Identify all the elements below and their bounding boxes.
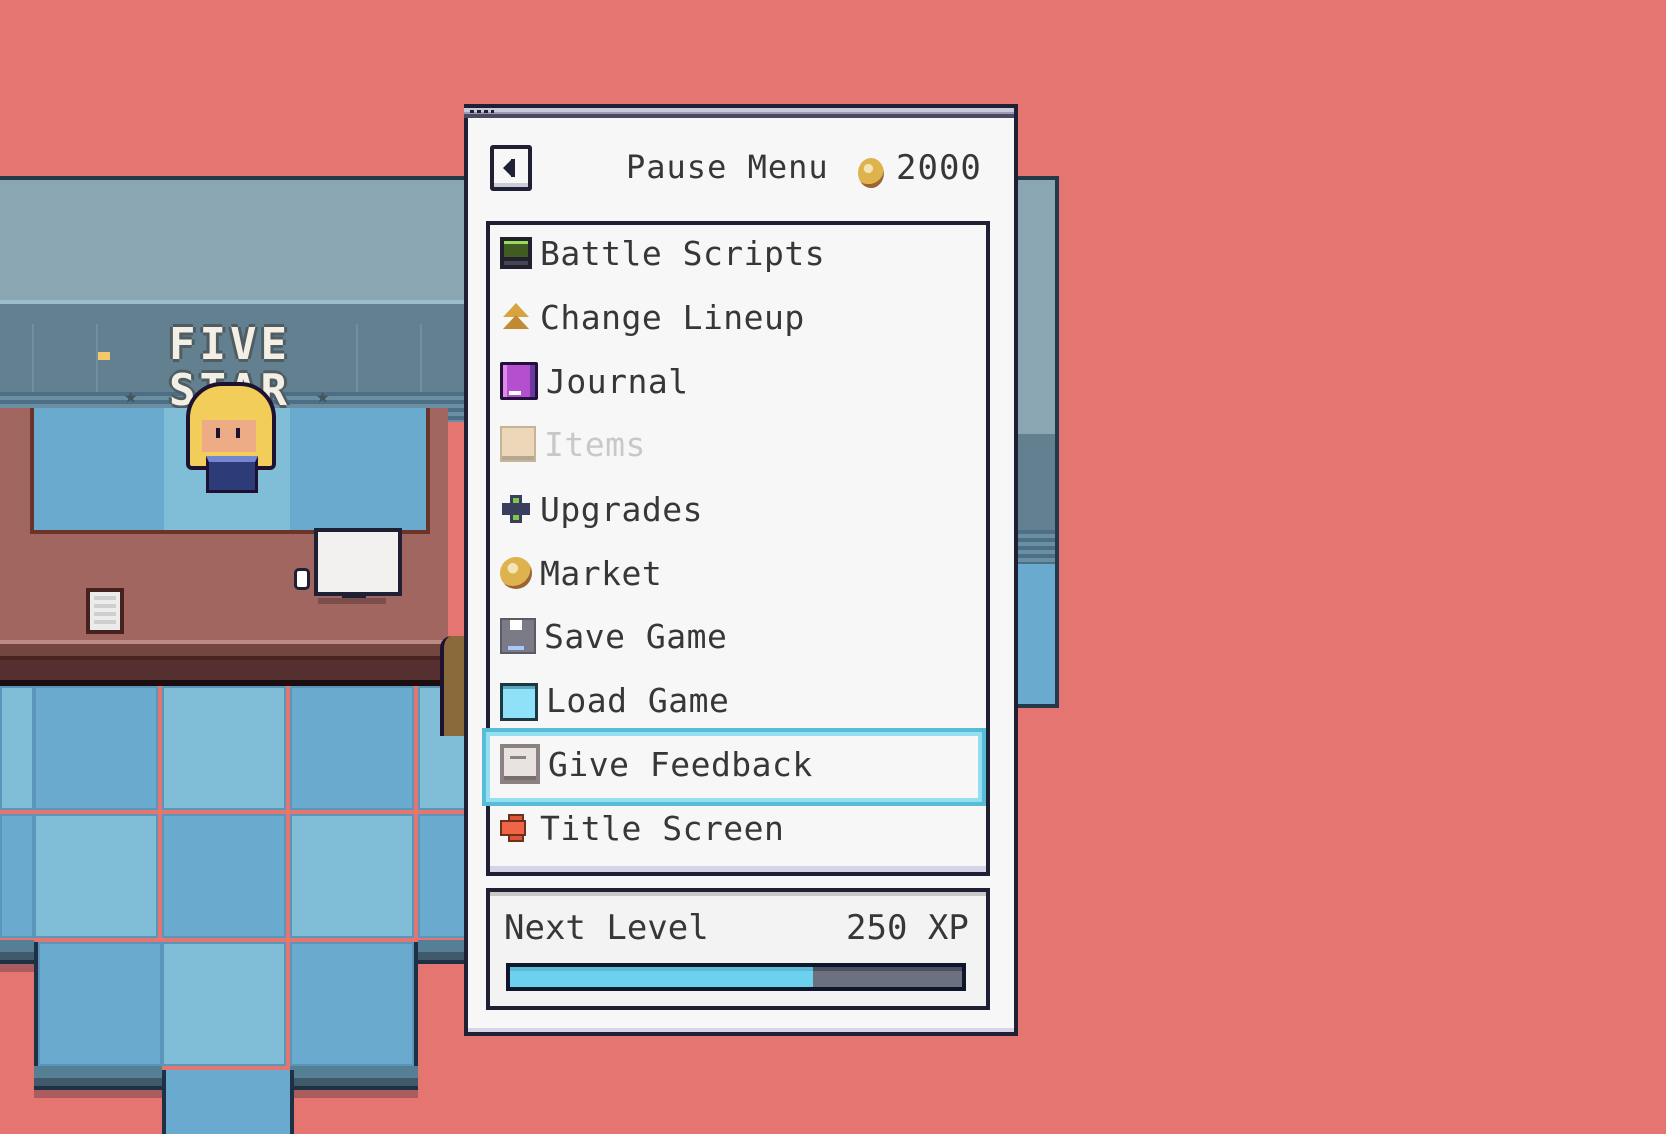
terminal-icon	[500, 237, 532, 269]
computer-monitor	[314, 528, 402, 596]
menu-item-journal[interactable]: Journal	[500, 353, 980, 409]
menu-item-label: Save Game	[544, 616, 728, 656]
back-wall	[0, 176, 465, 310]
floor-edge	[418, 940, 468, 964]
menu-item-items[interactable]: Items	[500, 416, 980, 472]
folder-icon	[500, 683, 538, 721]
menu-item-label: Load Game	[546, 680, 730, 720]
menu-item-title-screen[interactable]: Title Screen	[500, 800, 980, 856]
menu-item-label: Change Lineup	[540, 297, 805, 337]
floor-shadow	[0, 964, 34, 972]
box-icon	[500, 426, 536, 462]
menu-item-label: Battle Scripts	[540, 233, 826, 273]
plus-icon	[500, 493, 532, 525]
menu-item-give-feedback[interactable]: Give Feedback	[500, 736, 980, 792]
next-level-xp: 250 XP	[846, 908, 969, 948]
floor-edge	[0, 940, 34, 964]
menu-item-label: Items	[544, 424, 646, 464]
menu-item-label: Give Feedback	[548, 744, 813, 784]
floor-tile	[0, 814, 34, 938]
floppy-disk-icon	[500, 618, 536, 654]
wall-seam	[32, 324, 34, 392]
counter-front	[0, 640, 448, 686]
floor-tile	[162, 942, 286, 1066]
clipboard	[86, 588, 124, 634]
floor-tile	[290, 814, 414, 938]
book-icon	[500, 362, 538, 400]
panel-title-bar	[464, 104, 1014, 118]
menu-item-label: Title Screen	[540, 808, 785, 848]
exit-arrow-icon	[500, 812, 532, 844]
floor-tile	[162, 814, 286, 938]
shopkeeper-body	[206, 456, 258, 493]
floor-tile	[418, 814, 468, 938]
floor-corridor	[162, 1070, 294, 1134]
coin-count: 2000	[896, 148, 982, 188]
floor-tile	[290, 686, 414, 810]
next-level-label: Next Level	[504, 908, 709, 948]
floor-tile	[34, 814, 158, 938]
menu-item-save-game[interactable]: Save Game	[500, 608, 980, 664]
eye	[236, 428, 240, 438]
rank-chevron-icon	[500, 301, 532, 333]
star-icon: ★	[316, 384, 330, 409]
menu-item-label: Journal	[546, 361, 689, 401]
monitor-shadow	[318, 598, 386, 604]
coin-icon	[858, 158, 884, 188]
floor-edge	[34, 1066, 162, 1090]
menu-item-label: Upgrades	[540, 489, 703, 529]
envelope-icon	[500, 744, 540, 784]
eye	[216, 428, 220, 438]
coin-icon	[500, 557, 532, 589]
back-button[interactable]	[490, 145, 532, 191]
shopkeeper-face	[202, 420, 256, 452]
floor-tile	[34, 686, 158, 810]
star-icon: ★	[124, 384, 138, 409]
menu-item-load-game[interactable]: Load Game	[500, 672, 980, 728]
floor-edge	[290, 1066, 418, 1090]
floor-tile	[34, 942, 162, 1066]
floor-tile	[0, 686, 34, 810]
back-arrow-bar	[511, 159, 515, 177]
next-level-box	[486, 888, 990, 1010]
floor-shadow	[34, 1090, 162, 1098]
menu-title: Pause Menu	[626, 148, 829, 186]
floor-tile	[162, 686, 286, 810]
xp-progress-fill	[510, 967, 813, 987]
computer-mouse	[294, 568, 310, 590]
menu-item-label: Market	[540, 553, 663, 593]
menu-item-change-lineup[interactable]: Change Lineup	[500, 289, 980, 345]
drag-handle[interactable]	[470, 110, 494, 113]
panel-bottom-trim	[468, 1028, 1014, 1032]
menu-item-battle-scripts[interactable]: Battle Scripts	[500, 225, 980, 281]
xp-progress-bar	[506, 963, 966, 991]
floor-shadow	[290, 1090, 418, 1098]
floor-tile	[290, 942, 418, 1066]
menu-item-market[interactable]: Market	[500, 545, 980, 601]
menu-item-upgrades[interactable]: Upgrades	[500, 481, 980, 537]
wall-seam	[420, 324, 422, 392]
